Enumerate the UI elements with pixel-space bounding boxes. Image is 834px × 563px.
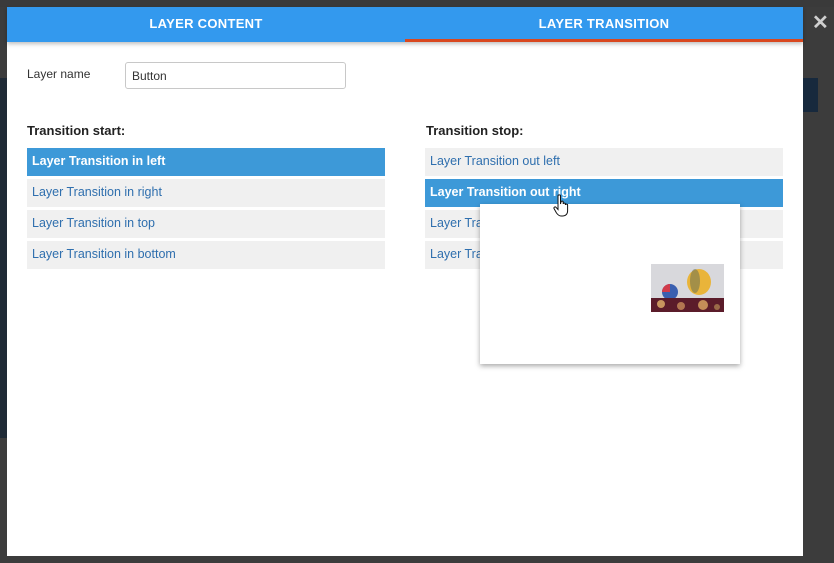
- background-button: [803, 78, 818, 112]
- transition-stop-item[interactable]: Layer Transition out right: [425, 179, 783, 207]
- close-icon[interactable]: ✕: [812, 12, 829, 34]
- tab-layer-transition[interactable]: LAYER TRANSITION: [405, 7, 803, 42]
- transition-start-list: Layer Transition in left Layer Transitio…: [27, 148, 385, 272]
- hand-pointer-cursor-icon: [553, 194, 569, 217]
- transition-start-item[interactable]: Layer Transition in left: [27, 148, 385, 176]
- transition-start-item[interactable]: Layer Transition in top: [27, 210, 385, 238]
- transition-stop-item[interactable]: Layer Transition out left: [425, 148, 783, 176]
- balloon-thumbnail-image: [651, 264, 724, 312]
- transition-start-item[interactable]: Layer Transition in bottom: [27, 241, 385, 269]
- tab-bar: LAYER CONTENT LAYER TRANSITION: [7, 7, 803, 42]
- background-toolbar: [0, 0, 834, 7]
- layer-name-input[interactable]: [125, 62, 346, 89]
- layer-settings-modal: LAYER CONTENT LAYER TRANSITION Layer nam…: [7, 7, 803, 556]
- transition-stop-title: Transition stop:: [426, 123, 524, 138]
- transition-preview-popup: [480, 204, 740, 364]
- layer-name-label: Layer name: [27, 67, 91, 81]
- transition-start-title: Transition start:: [27, 123, 126, 138]
- tab-layer-content[interactable]: LAYER CONTENT: [7, 7, 405, 42]
- transition-start-item[interactable]: Layer Transition in right: [27, 179, 385, 207]
- background-panel: [0, 78, 7, 438]
